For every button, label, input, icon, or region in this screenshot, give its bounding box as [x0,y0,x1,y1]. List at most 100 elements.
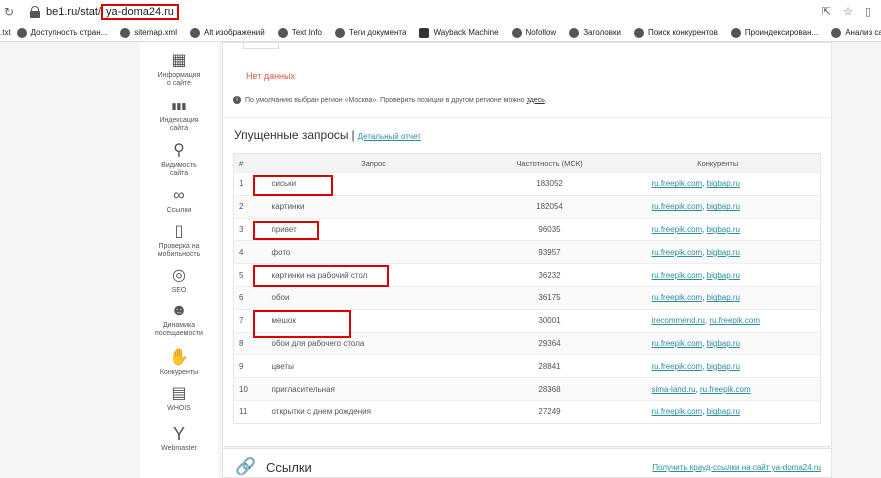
bookmarks-bar: .txt Доступность стран... sitemap.xml Alt … [0,24,881,42]
url-field[interactable]: be1.ru/stat/ya-doma24.ru [46,4,179,20]
globe-icon [189,27,200,38]
globe-icon [730,27,741,38]
competitor-link[interactable]: sima-land.ru [652,385,696,394]
sidebar-item[interactable]: ▮▮▮ Индексация сайта [140,97,218,133]
query-cell: цветы [263,354,484,378]
competitor-link[interactable]: bigbap.ru [707,202,740,211]
competitor-link[interactable]: ru.freepik.com [652,271,703,280]
bookmark-item[interactable]: Анализ сайта be1.ru [831,27,881,38]
competitors-cell: ru.freepik.com, bigbap.ru [615,194,821,219]
main-panel: Нет данных i По умолчанию выбран регион … [222,41,832,447]
col-header-num: # [233,153,264,173]
competitor-link[interactable]: ru.freepik.com [652,407,703,416]
globe-icon [569,27,580,38]
bookmark-item[interactable]: Проиндексирован... [730,27,819,38]
sidebar-item[interactable]: ▤ WHOIS [140,385,218,413]
sidebar-item-label: Информация о сайте [157,72,201,87]
table-row: 4 фото 93957 ru.freepik.com, bigbap.ru [233,240,821,264]
bookmark-item[interactable]: Доступность стран... [16,27,107,38]
competitor-link[interactable]: ru.freepik.com [652,293,703,302]
bookmark-label: Проиндексирован... [744,28,819,37]
bookmark-star-icon[interactable]: ☆ [843,5,853,18]
region-note-text: По умолчанию выбран регион «Москва». Про… [245,96,525,104]
bookmark-label: Анализ сайта be1.ru [845,28,881,37]
bookmark-label: Поиск конкурентов [647,28,718,37]
query-cell: пригласительная [263,377,484,401]
reload-icon[interactable]: ↻ [4,5,14,19]
col-header-competitors: Конкуренты [615,153,821,173]
bookmark-item[interactable]: Теги документа [334,27,407,38]
lock-icon[interactable] [28,5,42,19]
frequency-cell: 36232 [483,263,616,287]
sidebar-item[interactable]: ✋ Конкуренты [140,349,218,377]
detail-report-link[interactable]: Детальный отчет [358,132,421,141]
query-cell: картинки [263,194,484,219]
competitor-link[interactable]: ru.freepik.com [652,179,703,188]
sidebar-item[interactable]: ∞ Ссылки [140,187,218,215]
share-icon[interactable]: ⇱ [822,5,831,18]
frequency-cell: 182054 [483,194,616,219]
links-section: 🔗 Ссылки Получить крауд-ссылки на сайт y… [222,448,832,478]
competitors-cell: irecommend.ru, ru.freepik.com [615,308,821,333]
table-header-row: # Запрос Частотность (МСК) Конкуренты [233,153,821,173]
competitor-link[interactable]: bigbap.ru [707,179,740,188]
frequency-cell: 183052 [483,172,616,196]
sidebar-item[interactable]: ☻ Динамика посещаемости [140,302,218,338]
globe-icon [831,27,842,38]
globe-icon [120,27,131,38]
frequency-cell: 36175 [483,285,616,310]
bookmark-label: Alt изображений [203,28,265,37]
bookmark-label: sitemap.xml [134,28,177,37]
competitor-link[interactable]: bigbap.ru [707,248,740,257]
missed-queries-title: Упущенные запросы [234,128,349,142]
region-note: i По умолчанию выбран регион «Москва». П… [233,96,547,104]
row-number: 4 [233,240,264,264]
sidebar-item-label: SEO [171,287,187,294]
bookmark-item[interactable]: Alt изображений [189,27,265,38]
frequency-cell: 30001 [483,308,616,333]
tab-active[interactable] [243,41,279,49]
region-link[interactable]: здесь [527,97,545,104]
competitor-link[interactable]: bigbap.ru [707,339,740,348]
competitor-link[interactable]: bigbap.ru [707,362,740,371]
search-icon: ⚲ [173,142,185,159]
links-section-title: Ссылки [266,460,312,475]
globe-icon [334,27,345,38]
competitor-link[interactable]: bigbap.ru [707,293,740,302]
competitors-cell: ru.freepik.com, bigbap.ru [615,399,821,424]
y-logo-icon: Y [172,424,185,444]
annotation-box [253,265,389,287]
crowd-links-link[interactable]: Получить крауд-ссылки на сайт ya-doma24.… [652,463,821,472]
sidebar-item[interactable]: ◎ SEO [140,267,218,295]
competitors-cell: ru.freepik.com, bigbap.ru [615,354,821,378]
bookmark-item[interactable]: Заголовки [569,27,621,38]
bookmark-item[interactable]: Поиск конкурентов [633,27,718,38]
competitor-link[interactable]: ru.freepik.com [652,225,703,234]
competitor-link[interactable]: bigbap.ru [707,225,740,234]
side-panel-icon[interactable]: ▯ [865,5,871,18]
annotation-box [253,221,319,240]
bookmark-item[interactable]: sitemap.xml [120,27,177,38]
competitor-link[interactable]: irecommend.ru [652,316,705,325]
bookmark-item[interactable]: Text Info [277,27,322,38]
competitor-link[interactable]: ru.freepik.com [709,316,760,325]
competitor-link[interactable]: ru.freepik.com [652,248,703,257]
sidebar-item-label: Конкуренты [159,369,199,376]
sidebar-item[interactable]: ▦ Информация о сайте [140,52,218,88]
sidebar-item[interactable]: Y Webmaster [140,425,218,453]
bookmark-fragment[interactable]: .txt [0,28,11,37]
bookmark-item[interactable]: Nofollow [511,27,556,38]
bookmark-label: Теги документа [348,28,407,37]
competitor-link[interactable]: ru.freepik.com [652,362,703,371]
competitor-link[interactable]: ru.freepik.com [652,339,703,348]
competitor-link[interactable]: ru.freepik.com [700,385,751,394]
sidebar-item-label: Ссылки [166,207,192,214]
bookmark-item[interactable]: Wayback Machine [419,27,499,38]
competitor-link[interactable]: bigbap.ru [707,271,740,280]
sidebar-item[interactable]: ⚲ Видимость сайта [140,142,218,178]
sidebar-item[interactable]: ▯ Проверка на мобильность [140,223,218,259]
link-icon: ∞ [173,187,185,204]
competitor-link[interactable]: bigbap.ru [707,407,740,416]
competitor-link[interactable]: ru.freepik.com [652,202,703,211]
globe-icon [511,27,522,38]
